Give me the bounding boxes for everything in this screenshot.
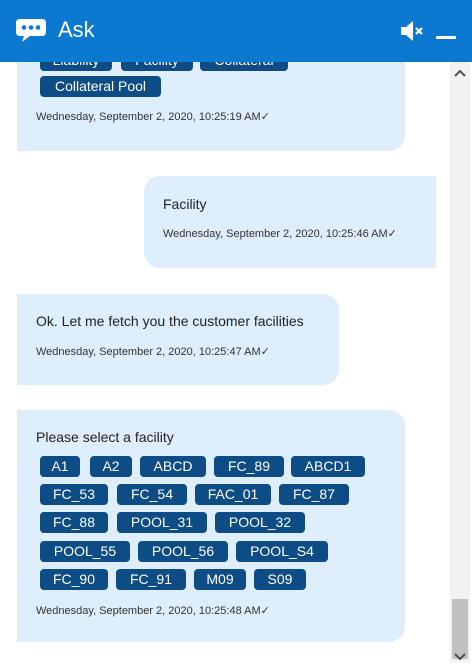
user-message: Facility Wednesday, September 2, 2020, 1… (144, 176, 436, 268)
option-chip[interactable]: POOL_32 (215, 512, 305, 533)
message-timestamp: Wednesday, September 2, 2020, 10:25:19 A… (36, 111, 270, 123)
scroll-up-arrow-icon[interactable] (454, 68, 466, 78)
option-chip[interactable]: Collateral Pool (40, 76, 161, 97)
option-chip[interactable]: FC_53 (40, 484, 108, 505)
option-chip[interactable]: M09 (194, 569, 246, 590)
option-chip[interactable]: Collateral (200, 62, 288, 71)
option-chip[interactable]: Facility (121, 62, 193, 71)
option-chip[interactable]: A1 (40, 456, 80, 477)
option-chip[interactable]: FC_89 (214, 456, 284, 477)
minimize-icon[interactable] (434, 18, 458, 44)
message-text: Ok. Let me fetch you the customer facili… (36, 313, 304, 329)
option-chip[interactable]: A2 (90, 456, 132, 477)
message-timestamp: Wednesday, September 2, 2020, 10:25:47 A… (36, 346, 270, 358)
chat-scrollbar[interactable] (450, 62, 470, 662)
bot-message: Please select a facility A1 A2 ABCD FC_8… (17, 410, 405, 642)
option-chip[interactable]: Liability (40, 62, 112, 71)
option-chip[interactable]: FC_87 (279, 484, 349, 505)
option-chip[interactable]: FC_54 (117, 484, 187, 505)
chat-title: Ask (58, 17, 95, 42)
scrollbar-thumb[interactable] (452, 599, 468, 659)
option-chip[interactable]: ABCD (140, 456, 206, 477)
message-text: Please select a facility (36, 429, 174, 445)
option-chip[interactable]: S09 (254, 569, 306, 590)
chat-header: Ask (0, 0, 472, 62)
option-chip[interactable]: ABCD1 (291, 456, 365, 477)
option-chip[interactable]: FC_90 (40, 569, 108, 590)
option-chip[interactable]: POOL_55 (40, 541, 130, 562)
mute-icon[interactable] (398, 18, 426, 44)
option-chip[interactable]: POOL_56 (138, 541, 228, 562)
message-timestamp: Wednesday, September 2, 2020, 10:25:46 A… (163, 228, 397, 240)
bot-message: Liability Facility Collateral Collateral… (17, 62, 405, 151)
bot-message: Ok. Let me fetch you the customer facili… (17, 294, 339, 385)
message-timestamp: Wednesday, September 2, 2020, 10:25:48 A… (36, 605, 270, 617)
option-chip[interactable]: FC_91 (116, 569, 186, 590)
option-chip[interactable]: POOL_31 (117, 512, 207, 533)
option-chip[interactable]: POOL_S4 (236, 541, 328, 562)
option-chip[interactable]: FC_88 (40, 512, 108, 533)
scroll-down-arrow-icon[interactable] (454, 652, 466, 662)
message-text: Facility (163, 196, 207, 212)
chat-transcript: Liability Facility Collateral Collateral… (0, 62, 448, 670)
chat-logo-icon (16, 19, 46, 42)
option-chip[interactable]: FAC_01 (195, 484, 271, 505)
